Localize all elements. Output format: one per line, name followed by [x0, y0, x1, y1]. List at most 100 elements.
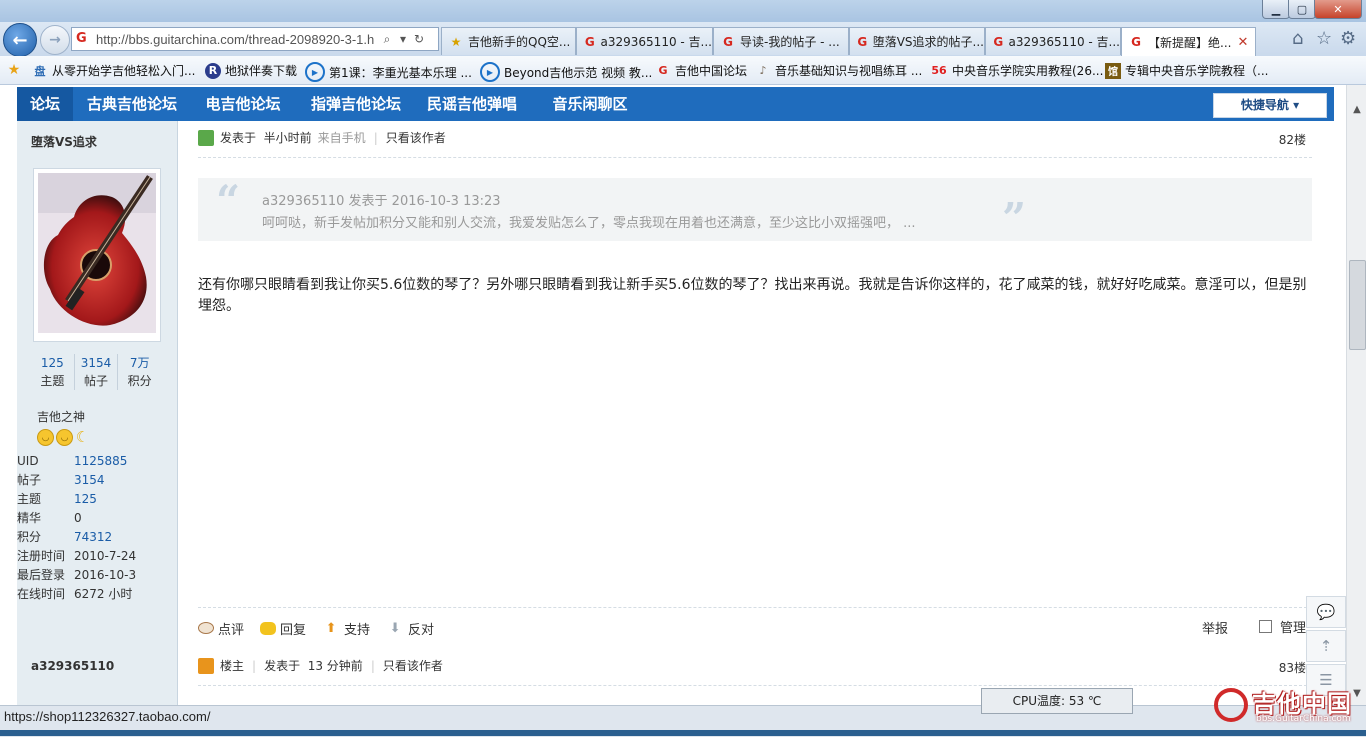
favorite-item[interactable]: ♪ 音乐基础知识与视唱练耳 ...	[755, 62, 922, 79]
play-icon: ▶	[305, 62, 325, 82]
info-key: 最后登录	[17, 568, 66, 582]
manage-checkbox[interactable]: 管理	[1258, 617, 1306, 636]
avatar[interactable]	[33, 168, 161, 342]
online-status-icon	[198, 129, 214, 146]
address-url[interactable]: http://bbs.guitarchina.com/thread-209892…	[96, 32, 379, 47]
tools-gear-icon[interactable]: ⚙	[1340, 28, 1356, 49]
only-author-link[interactable]: 只看该作者	[383, 657, 443, 674]
nav-classical-guitar[interactable]: 古典吉他论坛	[77, 87, 187, 121]
maximize-button[interactable]: ▢	[1288, 0, 1316, 19]
author-rank: 吉他之神	[37, 410, 86, 424]
action-label: 回复	[280, 622, 307, 638]
close-window-button[interactable]: ✕	[1314, 0, 1362, 19]
info-value[interactable]: 74312	[74, 528, 112, 547]
info-row: UID 1125885	[17, 452, 177, 471]
vertical-scrollbar[interactable]: ▲ ▼	[1346, 85, 1366, 705]
manage-label: 管理	[1279, 621, 1306, 636]
back-button[interactable]: ←	[3, 23, 37, 57]
scroll-thumb[interactable]	[1349, 260, 1366, 350]
tab-label: 吉他新手的QQ空...	[468, 35, 571, 49]
arrow-up-icon: ⬆	[325, 620, 337, 636]
tab-guide[interactable]: G 导读-我的帖子 - ...	[713, 27, 849, 55]
stat-points[interactable]: 7万 积分	[118, 354, 161, 390]
support-button[interactable]: ⬆ 支持	[322, 619, 370, 638]
floor-number[interactable]: 82楼	[1279, 131, 1306, 148]
tab-author-posts[interactable]: G 堕落VS追求的帖子...	[849, 27, 985, 55]
close-quote-icon: ”	[1002, 194, 1027, 243]
divider: |	[370, 658, 375, 673]
search-icon[interactable]: ⌕	[379, 32, 395, 47]
stat-value: 7万	[129, 356, 150, 370]
smiley-medal-icon: ◡	[56, 429, 73, 446]
floor-number[interactable]: 83楼	[1279, 659, 1306, 676]
tab-user-1[interactable]: G a329365110 - 吉...	[576, 27, 713, 55]
next-author-name[interactable]: a329365110	[31, 659, 114, 673]
info-value[interactable]: 125	[74, 490, 97, 509]
reply-button[interactable]: 回复	[260, 619, 306, 638]
stat-posts[interactable]: 3154 帖子	[75, 354, 119, 390]
minimize-button[interactable]: ▁	[1262, 0, 1290, 19]
scroll-up-icon[interactable]: ▲	[1347, 101, 1366, 119]
address-bar[interactable]: G http://bbs.guitarchina.com/thread-2098…	[71, 27, 439, 51]
checkbox-icon[interactable]	[1258, 620, 1272, 633]
comment-float-button[interactable]: 💬	[1306, 596, 1346, 628]
report-link[interactable]: 举报	[1202, 618, 1228, 637]
info-value[interactable]: 1125885	[74, 452, 127, 471]
comment-button[interactable]: 点评	[198, 619, 244, 638]
stat-value: 3154	[80, 356, 112, 370]
info-value: 0	[74, 511, 82, 525]
dropdown-icon[interactable]: ▾	[395, 32, 411, 46]
favorite-item[interactable]: ▶ Beyond吉他示范 视频 教...	[480, 62, 652, 82]
quick-nav-button[interactable]: 快捷导航 ▾	[1213, 93, 1327, 118]
stat-threads[interactable]: 125 主题	[31, 354, 75, 390]
favorite-item[interactable]: G 吉他中国论坛	[655, 62, 747, 79]
favorite-item[interactable]: R 地狱伴奏下载	[205, 62, 297, 79]
posted-label: 发表于	[220, 131, 257, 145]
quote-block: “ a329365110 发表于 2016-10-3 13:23 呵呵哒，新手发…	[198, 176, 1312, 243]
nav-fingerstyle[interactable]: 指弹吉他论坛	[301, 87, 411, 121]
floating-tools: 💬 ⇡ ☰	[1306, 596, 1346, 698]
divider: |	[373, 130, 378, 145]
posted-time: 13 分钟前	[307, 659, 363, 673]
tab-label: 导读-我的帖子 - ...	[740, 35, 840, 49]
nav-folk-guitar[interactable]: 民谣吉他弹唱	[417, 87, 527, 121]
guitarchina-watermark: 吉他中国 bbs.GuitarChina.com	[1212, 686, 1362, 726]
info-value: 2016-10-3	[74, 568, 137, 582]
nav-electric-guitar[interactable]: 电吉他论坛	[195, 87, 291, 121]
guitarchina-icon: G	[584, 34, 595, 49]
divider: |	[252, 658, 257, 673]
nav-forum[interactable]: 论坛	[17, 87, 73, 121]
favorite-item[interactable]: ▶ 第1课：李重光基本乐理 ...	[305, 62, 472, 82]
favorite-item[interactable]: 56 中央音乐学院实用教程(26...	[930, 62, 1103, 79]
tab-active-thread[interactable]: G 【新提醒】绝... ✕	[1121, 27, 1256, 56]
tab-qq-space[interactable]: ★ 吉他新手的QQ空...	[441, 27, 576, 55]
only-author-link[interactable]: 只看该作者	[386, 129, 446, 146]
favorite-label: 从零开始学吉他轻松入门...	[52, 64, 196, 78]
info-key: 积分	[17, 530, 42, 544]
taskbar	[0, 730, 1366, 736]
favorites-star-icon[interactable]: ★	[6, 62, 26, 78]
refresh-icon[interactable]: ↻	[411, 32, 427, 46]
r-icon: R	[205, 62, 221, 79]
tab-close-icon[interactable]: ✕	[1237, 35, 1248, 50]
moon-medal-icon: ☾	[75, 427, 90, 446]
home-icon[interactable]: ⌂	[1292, 28, 1303, 49]
host-label: 楼主	[220, 659, 245, 673]
guitar-avatar-image	[38, 173, 156, 333]
forward-button[interactable]: →	[40, 25, 70, 55]
oppose-button[interactable]: ⬇ 反对	[386, 619, 434, 638]
favorites-bar: ★ 盘 从零开始学吉他轻松入门... R 地狱伴奏下载 ▶ 第1课：李重光基本乐…	[0, 56, 1366, 85]
favorite-item[interactable]: 馆 专辑中央音乐学院教程（...	[1105, 62, 1268, 79]
tab-user-2[interactable]: G a329365110 - 吉...	[985, 27, 1121, 55]
play-icon: ▶	[480, 62, 500, 82]
author-name[interactable]: 堕落VS追求	[31, 133, 97, 150]
info-key: 精华	[17, 511, 42, 525]
info-value[interactable]: 3154	[74, 471, 105, 490]
back-to-top-button[interactable]: ⇡	[1306, 630, 1346, 662]
quote-text: 呵呵哒，新手发帖加积分又能和别人交流，我爱发贴怎么了，零点我现在用着也还满意，至…	[262, 216, 916, 231]
favorite-label: Beyond吉他示范 视频 教...	[504, 65, 653, 80]
info-row: 积分 74312	[17, 528, 177, 547]
nav-music-chat[interactable]: 音乐闲聊区	[535, 87, 645, 121]
favorite-item[interactable]: 盘 从零开始学吉他轻松入门...	[32, 62, 196, 79]
favorites-star-icon[interactable]: ☆	[1316, 28, 1332, 49]
